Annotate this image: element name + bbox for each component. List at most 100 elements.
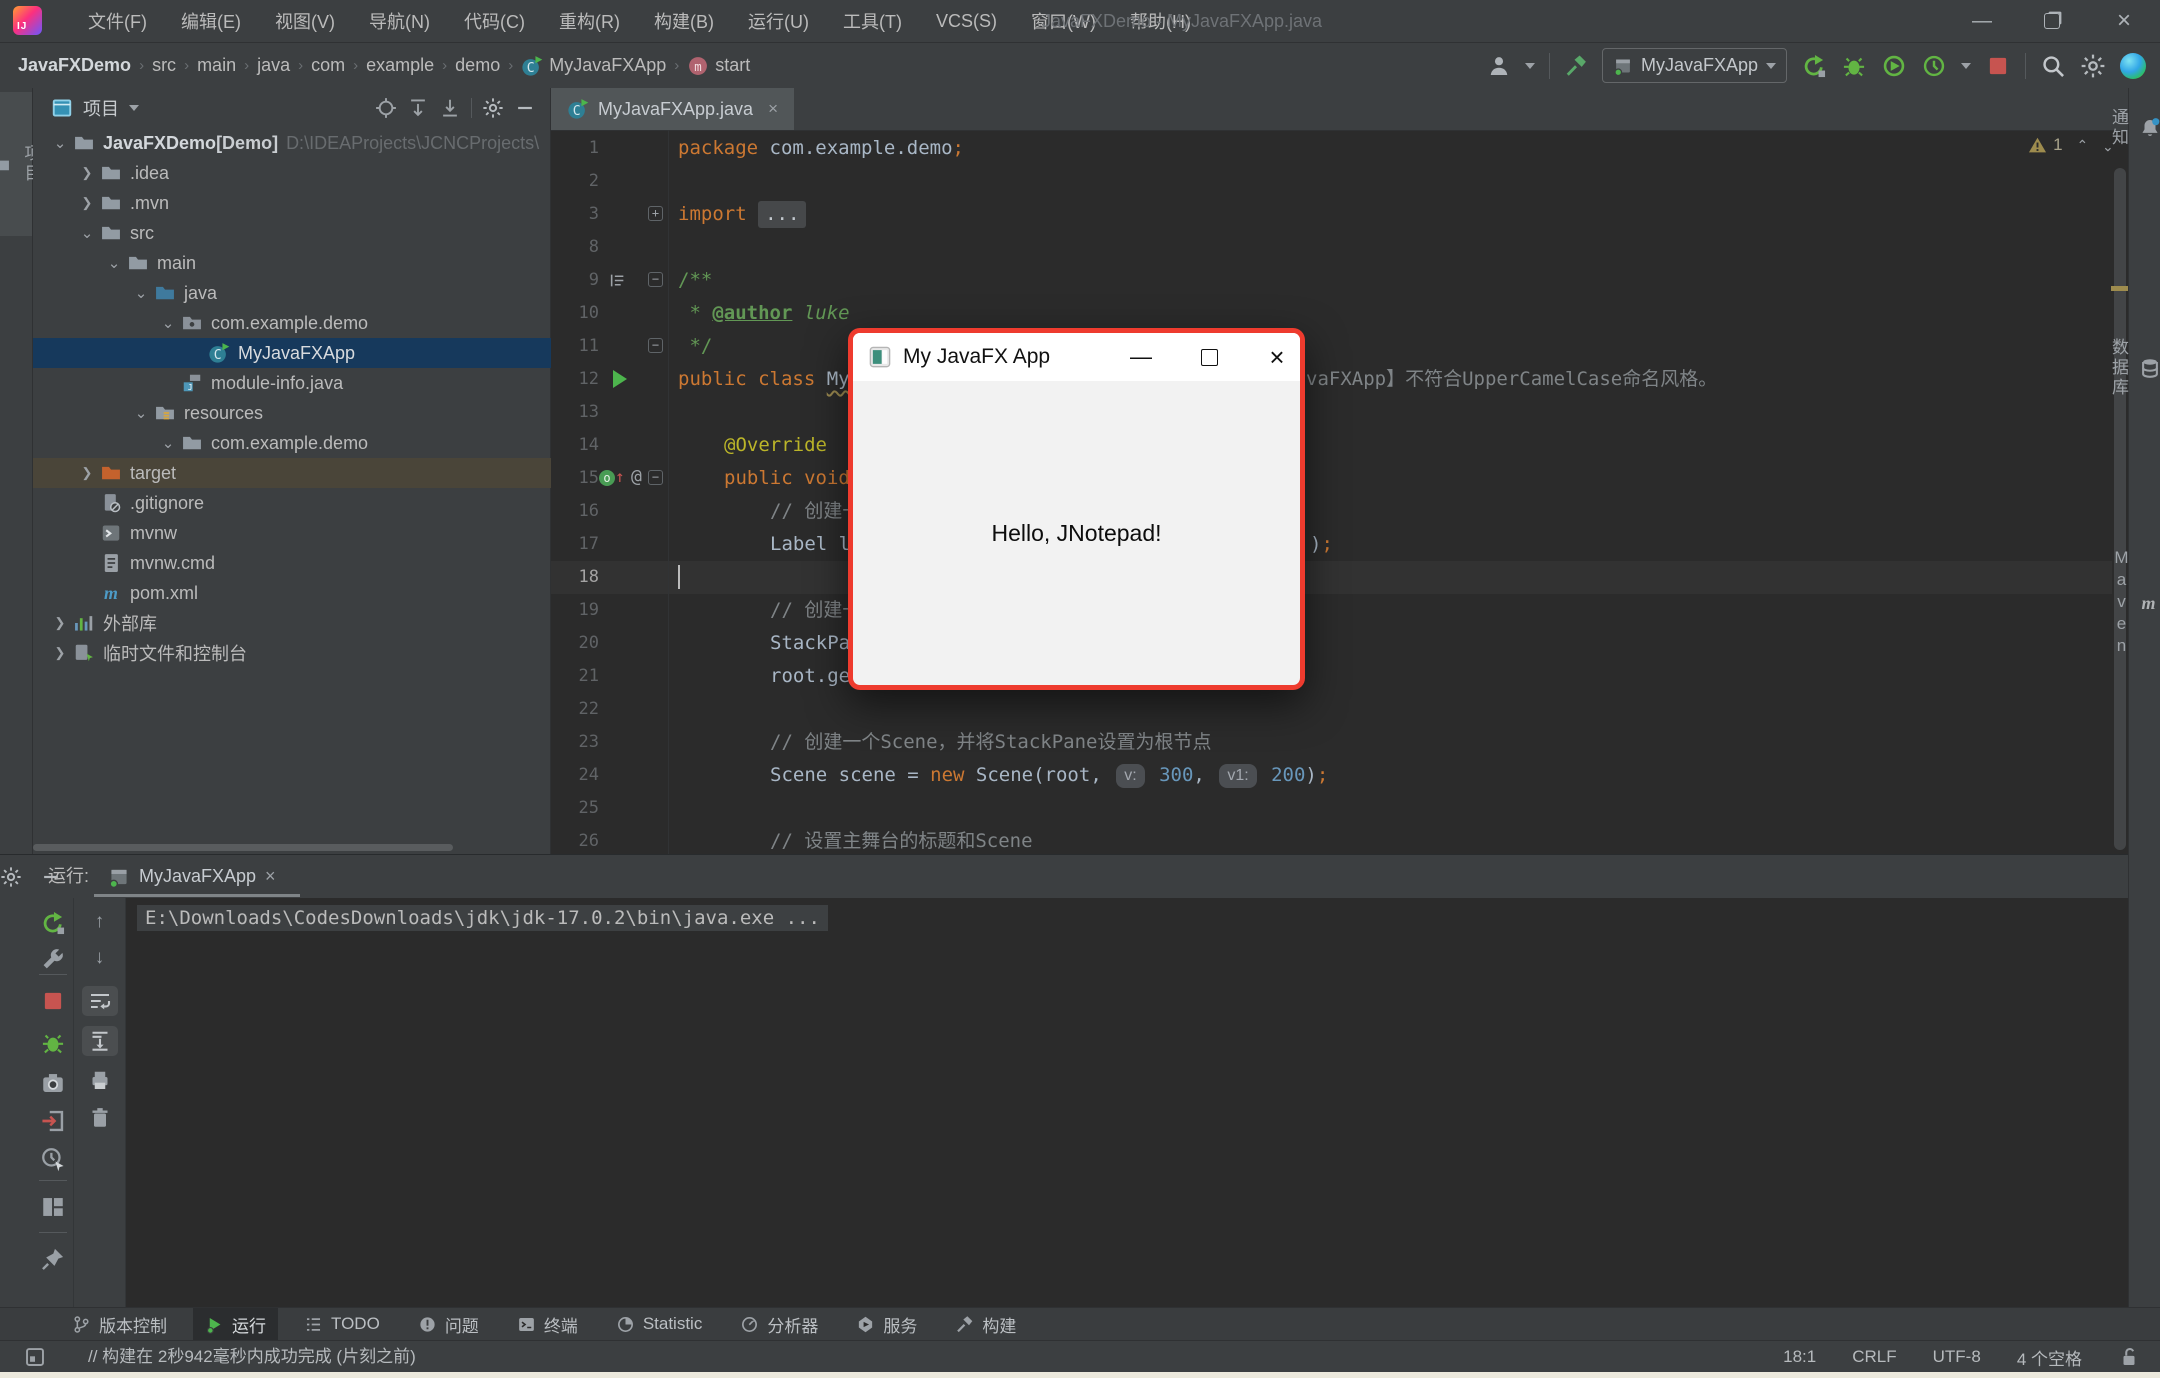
menu-item-9[interactable]: VCS(S) — [936, 11, 997, 32]
menu-item-2[interactable]: 视图(V) — [275, 8, 335, 34]
breadcrumb-item-com[interactable]: com — [311, 55, 345, 76]
tree-item-main[interactable]: ⌄main — [33, 248, 618, 278]
tree-chevron-icon[interactable]: ⌄ — [101, 254, 127, 272]
code-line-21[interactable]: 21root.get — [551, 660, 2160, 693]
code-line-9[interactable]: 9−/** — [551, 264, 2160, 297]
caret-position-widget[interactable]: 18:1 — [1783, 1347, 1816, 1367]
stop-icon[interactable] — [40, 988, 66, 1014]
tool-window-button-分析器[interactable]: 分析器 — [728, 1308, 830, 1341]
tool-window-button-运行[interactable]: 运行 — [193, 1308, 278, 1341]
console-command-line[interactable]: E:\Downloads\CodesDownloads\jdk\jdk-17.0… — [137, 905, 828, 931]
menu-item-8[interactable]: 工具(T) — [843, 8, 902, 34]
tree-chevron-icon[interactable]: ⌄ — [155, 434, 181, 452]
code-line-12[interactable]: 12public class MyvaFXApp】不符合UpperCamelCa… — [551, 363, 2160, 396]
gradient-sphere-icon[interactable] — [2120, 53, 2146, 79]
overrides-method-icon[interactable]: o — [599, 470, 615, 486]
chevron-down-icon[interactable] — [1961, 63, 1971, 69]
tree-chevron-icon[interactable]: ⌄ — [128, 404, 154, 422]
error-stripe-warning-mark[interactable] — [2111, 286, 2128, 291]
code-line-18[interactable]: 18 — [551, 561, 2160, 594]
print-icon[interactable] — [88, 1068, 112, 1092]
tree-item-src[interactable]: ⌄src — [33, 218, 591, 248]
sidebar-tab-maven[interactable]: mMaven — [2129, 548, 2160, 658]
code-line-11[interactable]: 11− */ — [551, 330, 2160, 363]
run-line-icon[interactable] — [613, 370, 627, 388]
tree-item-外部库[interactable]: ❯外部库 — [33, 608, 564, 638]
javadoc-gutter-icon[interactable] — [609, 272, 626, 289]
code-line-26[interactable]: 26// 设置主舞台的标题和Scene — [551, 825, 2160, 854]
tree-chevron-icon[interactable]: ❯ — [74, 195, 100, 211]
select-opened-file-icon[interactable] — [375, 97, 397, 119]
trash-icon[interactable] — [88, 1106, 112, 1130]
tree-item-.gitignore[interactable]: .gitignore — [33, 488, 591, 518]
code-line-25[interactable]: 25 — [551, 792, 2160, 825]
javafx-title-bar[interactable]: My JavaFX App — × — [853, 333, 1300, 381]
tool-window-switcher-icon[interactable] — [24, 1346, 46, 1368]
tool-window-button-statistic[interactable]: Statistic — [604, 1308, 715, 1341]
code-line-14[interactable]: 14@Override — [551, 429, 2160, 462]
tool-window-button-服务[interactable]: 服务 — [844, 1308, 929, 1341]
bug-icon[interactable] — [40, 1030, 66, 1056]
settings-gear-icon[interactable] — [2080, 53, 2106, 79]
tool-window-button-终端[interactable]: 终端 — [505, 1308, 590, 1341]
tool-window-button-构建[interactable]: 构建 — [943, 1308, 1028, 1341]
gear-icon[interactable] — [0, 866, 22, 888]
horizontal-scrollbar[interactable] — [33, 844, 453, 851]
run-icon[interactable] — [1801, 53, 1827, 79]
code-line-13[interactable]: 13 — [551, 396, 2160, 429]
tree-item-.mvn[interactable]: ❯.mvn — [33, 188, 591, 218]
fold-marker-icon[interactable]: − — [648, 272, 663, 287]
tool-window-button-版本控制[interactable]: 版本控制 — [60, 1308, 179, 1341]
encoding-widget[interactable]: UTF-8 — [1933, 1347, 1981, 1367]
scrollend-icon[interactable] — [88, 1029, 112, 1053]
tree-item-.idea[interactable]: ❯.idea — [33, 158, 591, 188]
javafx-maximize-button[interactable] — [1183, 333, 1235, 381]
softwrap-icon[interactable] — [88, 989, 112, 1013]
code-line-22[interactable]: 22 — [551, 693, 2160, 726]
code-line-19[interactable]: 19// 创建一个 — [551, 594, 2160, 627]
javafx-minimize-button[interactable]: — — [1115, 333, 1167, 381]
breadcrumb-item-javafxdemo[interactable]: JavaFXDemo — [18, 55, 131, 76]
close-icon[interactable]: × — [768, 99, 778, 119]
editor-tab-myjavafxapp[interactable]: C MyJavaFXApp.java × — [551, 88, 794, 130]
collapse-all-icon[interactable] — [439, 97, 461, 119]
sidebar-tab-数据库[interactable]: 数据库 — [2129, 338, 2160, 398]
lock-icon[interactable] — [2118, 1346, 2140, 1368]
user-icon[interactable] — [1487, 54, 1511, 78]
camera-icon[interactable] — [40, 1070, 66, 1096]
fold-marker-icon[interactable]: − — [648, 338, 663, 353]
breadcrumb-item-example[interactable]: example — [366, 55, 434, 76]
tool-window-button-问题[interactable]: 问题 — [406, 1308, 491, 1341]
clock-cursor-icon[interactable] — [40, 1146, 66, 1172]
tree-item-临时文件和控制台[interactable]: ❯临时文件和控制台 — [33, 638, 564, 668]
sidebar-tab-project[interactable]: 项目 — [0, 92, 32, 236]
sidebar-tab-通知[interactable]: 通知 — [2129, 108, 2160, 148]
code-line-17[interactable]: 17Label la); — [551, 528, 2160, 561]
menu-item-1[interactable]: 编辑(E) — [181, 8, 241, 34]
tool-window-button-todo[interactable]: TODO — [292, 1308, 392, 1341]
build-hammer-icon[interactable] — [1564, 54, 1588, 78]
tree-chevron-icon[interactable]: ⌄ — [155, 314, 181, 332]
rerun-icon[interactable] — [40, 910, 66, 936]
profiler-icon[interactable] — [1921, 53, 1947, 79]
up-icon[interactable]: ↑ — [88, 910, 112, 934]
code-line-23[interactable]: 23// 创建一个Scene，并将StackPane设置为根节点 — [551, 726, 2160, 759]
tree-item-mvnw.cmd[interactable]: mvnw.cmd — [33, 548, 591, 578]
tree-chevron-icon[interactable]: ❯ — [47, 615, 73, 631]
code-viewport[interactable]: 1package com.example.demo;23+import ...8… — [551, 130, 2160, 854]
tree-chevron-icon[interactable]: ❯ — [74, 465, 100, 481]
menu-item-0[interactable]: 文件(F) — [88, 8, 147, 34]
chevron-down-icon[interactable] — [1525, 63, 1535, 69]
code-line-1[interactable]: 1package com.example.demo; — [551, 132, 2160, 165]
editor-scrollbar[interactable] — [2114, 168, 2126, 850]
line-separator-widget[interactable]: CRLF — [1852, 1347, 1896, 1367]
breadcrumb-item-src[interactable]: src — [152, 55, 176, 76]
indent-widget[interactable]: 4 个空格 — [2017, 1345, 2082, 1370]
debug-icon[interactable] — [1841, 53, 1867, 79]
code-line-2[interactable]: 2 — [551, 165, 2160, 198]
tree-chevron-icon[interactable]: ❯ — [74, 165, 100, 181]
fold-marker-icon[interactable]: − — [648, 470, 663, 485]
tree-item-JavaFXDemo[interactable]: ⌄JavaFXDemo [Demo]D:\IDEAProjects\JCNCPr… — [33, 128, 564, 158]
pin-icon[interactable] — [40, 1246, 66, 1272]
breadcrumb-item-main[interactable]: main — [197, 55, 236, 76]
